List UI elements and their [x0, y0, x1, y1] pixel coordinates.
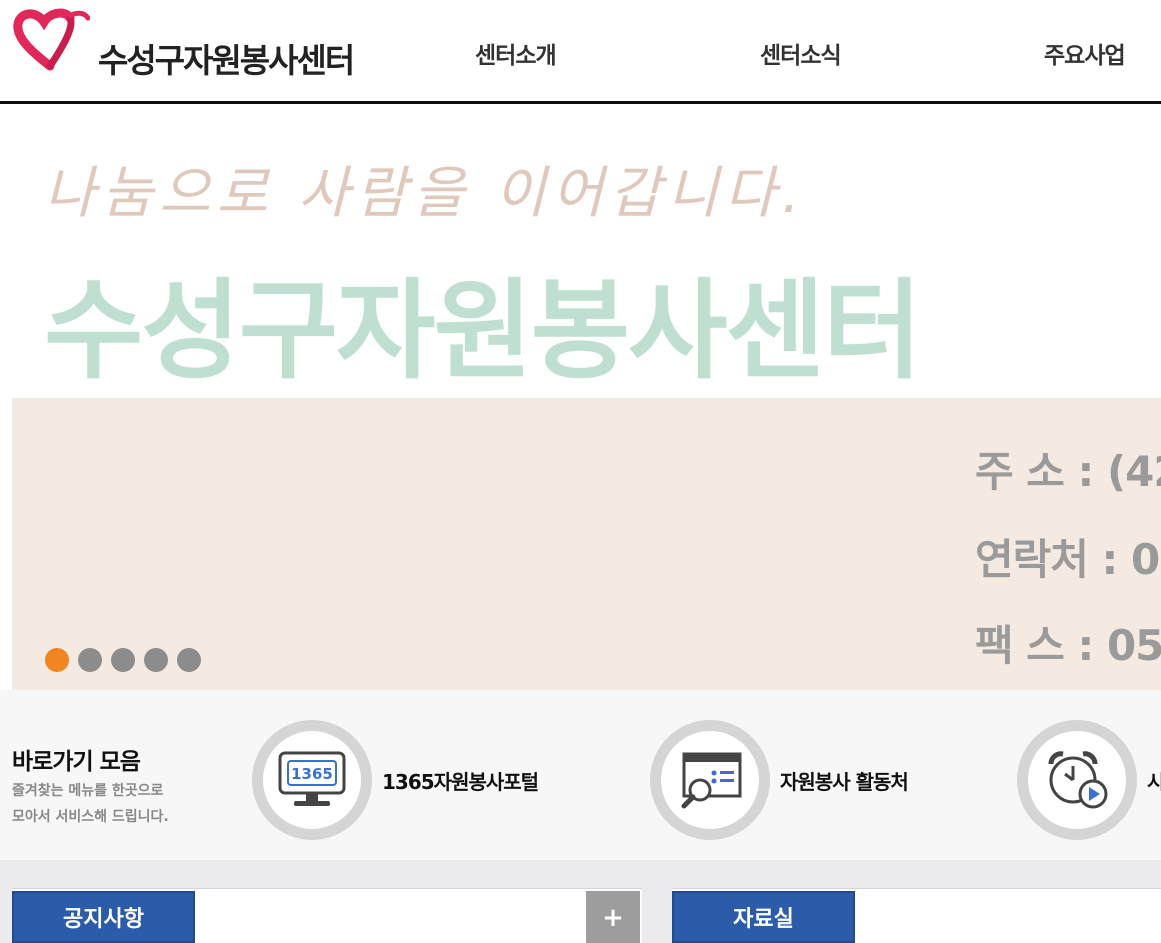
quick-link-label: 1365자원봉사포털: [382, 769, 539, 794]
nav-item-center-news[interactable]: 센터소식: [760, 36, 842, 70]
slider-pagination: [45, 648, 201, 672]
monitor-1365-icon: 1365: [278, 751, 346, 806]
alarm-clock-play-icon: [1048, 751, 1108, 809]
quick-links-description: 즐겨찾는 메뉴를 한곳으로 모아서 서비스해 드립니다.: [12, 778, 169, 830]
nav-item-main-business[interactable]: 주요사업: [1044, 36, 1126, 70]
quick-link-label: 자원봉사 활동처: [780, 769, 909, 794]
slider-dot-1[interactable]: [45, 648, 69, 672]
quick-link-volunteer-sites[interactable]: 자원봉사 활동처: [650, 720, 909, 840]
document-search-icon: [681, 752, 742, 809]
slider-dot-4[interactable]: [144, 648, 168, 672]
archive-board: 자료실: [672, 888, 1161, 943]
quick-links-title: 바로가기 모음: [12, 749, 141, 775]
slider-dot-2[interactable]: [78, 648, 102, 672]
contact-fax: 팩 스 : 05: [975, 621, 1161, 670]
hero-slogan: 나눔으로 사람을 이어갑니다.: [44, 161, 806, 226]
boards-section: 공지사항 + 자료실: [0, 860, 1161, 943]
quick-link-1365-portal[interactable]: 1365 1365자원봉사포털: [252, 720, 539, 840]
nav-item-center-intro[interactable]: 센터소개: [475, 36, 557, 70]
svg-text:1365: 1365: [291, 765, 333, 783]
slider-dot-5[interactable]: [177, 648, 201, 672]
site-header: 수성구자원봉사센터 센터소개 센터소식 주요사업: [0, 0, 1161, 104]
quick-link-time[interactable]: 시: [1017, 720, 1161, 840]
contact-phone: 연락처 : 05: [975, 535, 1161, 584]
quick-desc-line-2: 모아서 서비스해 드립니다.: [12, 809, 169, 825]
quick-link-label: 시: [1147, 769, 1161, 794]
quick-links-section: 바로가기 모음 즐겨찾는 메뉴를 한곳으로 모아서 서비스해 드립니다. 136…: [0, 690, 1161, 860]
archive-tab[interactable]: 자료실: [672, 891, 855, 943]
contact-address: 주 소 : (42: [975, 447, 1161, 496]
notice-tab[interactable]: 공지사항: [12, 891, 195, 943]
slider-dot-3[interactable]: [111, 648, 135, 672]
hero-title: 수성구자원봉사센터: [44, 269, 922, 394]
notice-board: 공지사항 +: [12, 888, 642, 943]
notice-more-button[interactable]: +: [586, 891, 640, 943]
main-slider: 주 소 : (42 연락처 : 05 팩 스 : 05: [12, 398, 1161, 690]
main-nav: 센터소개 센터소식 주요사업: [0, 36, 1161, 70]
quick-desc-line-1: 즐겨찾는 메뉴를 한곳으로: [12, 783, 164, 799]
